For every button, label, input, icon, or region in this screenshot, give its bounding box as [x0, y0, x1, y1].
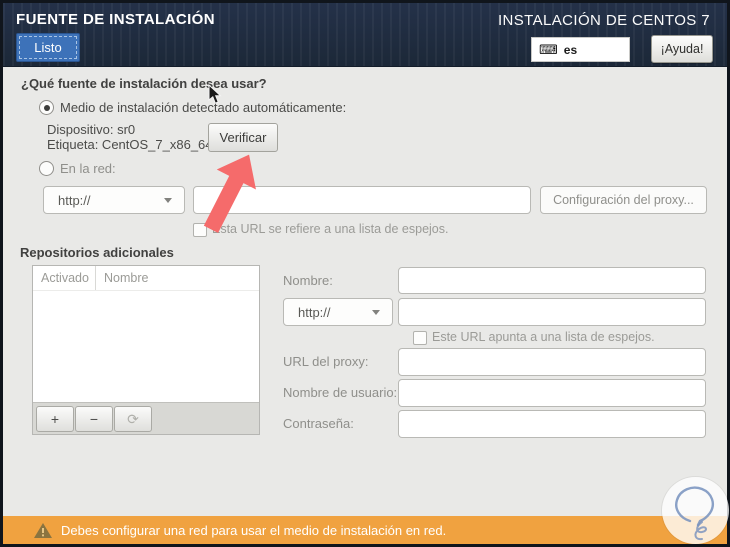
header-bar: FUENTE DE INSTALACIÓN INSTALACIÓN DE CEN… — [3, 3, 727, 67]
password-label: Contraseña: — [283, 416, 354, 431]
installer-window: FUENTE DE INSTALACIÓN INSTALACIÓN DE CEN… — [0, 0, 730, 547]
mouse-cursor — [208, 84, 222, 104]
verify-button[interactable]: Verificar — [208, 123, 278, 152]
add-repo-button[interactable]: + — [36, 405, 74, 432]
source-question: ¿Qué fuente de instalación desea usar? — [21, 76, 267, 91]
network-radio[interactable] — [39, 161, 54, 176]
remove-repo-button[interactable]: − — [75, 405, 113, 432]
warning-text: Debes configurar una red para usar el me… — [61, 522, 447, 538]
repo-protocol-value: http:// — [298, 304, 331, 320]
protocol-value: http:// — [58, 192, 91, 208]
username-label: Nombre de usuario: — [283, 385, 398, 400]
product-title: INSTALACIÓN DE CENTOS 7 — [497, 12, 710, 29]
page-title: FUENTE DE INSTALACIÓN — [16, 11, 215, 28]
repos-table-header: Activado Nombre — [33, 266, 259, 291]
password-input[interactable] — [398, 410, 706, 438]
proxy-url-input[interactable] — [398, 348, 706, 376]
repos-title: Repositorios adicionales — [20, 245, 174, 260]
keyboard-layout-indicator[interactable]: ⌨ es — [531, 37, 630, 62]
repos-toolbar: + − ⟳ — [33, 402, 259, 434]
refresh-repo-button[interactable]: ⟳ — [114, 405, 152, 432]
repo-name-label: Nombre: — [283, 273, 333, 288]
protocol-dropdown[interactable]: http:// — [43, 186, 185, 214]
proxy-url-label: URL del proxy: — [283, 354, 369, 369]
repo-mirror-label: Este URL apunta a una lista de espejos. — [432, 330, 655, 344]
done-button[interactable]: Listo — [16, 33, 80, 62]
keyboard-icon: ⌨ — [539, 42, 558, 57]
warning-bar: Debes configurar una red para usar el me… — [3, 516, 727, 544]
auto-media-label: Medio de instalación detectado automátic… — [60, 100, 347, 115]
chevron-down-icon — [372, 309, 380, 315]
repo-name-input[interactable] — [398, 267, 706, 294]
repo-url-input[interactable] — [398, 298, 706, 326]
watermark-logo — [662, 477, 729, 544]
warning-icon — [34, 523, 52, 538]
auto-media-radio[interactable] — [39, 100, 54, 115]
help-button[interactable]: ¡Ayuda! — [651, 35, 713, 63]
label-line: Etiqueta: CentOS_7_x86_64 — [47, 137, 213, 152]
device-line: Dispositivo: sr0 — [47, 122, 136, 137]
repo-mirror-checkbox[interactable] — [413, 331, 427, 345]
proxy-config-button[interactable]: Configuración del proxy... — [540, 186, 707, 214]
network-label: En la red: — [60, 161, 116, 176]
username-input[interactable] — [398, 379, 706, 407]
repo-protocol-dropdown[interactable]: http:// — [283, 298, 393, 326]
lightbulb-icon — [675, 486, 714, 541]
repos-table-body[interactable] — [33, 291, 259, 402]
mirror-list-label: Esta URL se refiere a una lista de espej… — [212, 222, 449, 236]
repos-table[interactable]: Activado Nombre + − ⟳ — [32, 265, 260, 435]
column-nombre[interactable]: Nombre — [96, 266, 259, 290]
keyboard-layout-code: es — [563, 42, 578, 57]
column-activado[interactable]: Activado — [33, 266, 96, 290]
chevron-down-icon — [164, 197, 172, 203]
